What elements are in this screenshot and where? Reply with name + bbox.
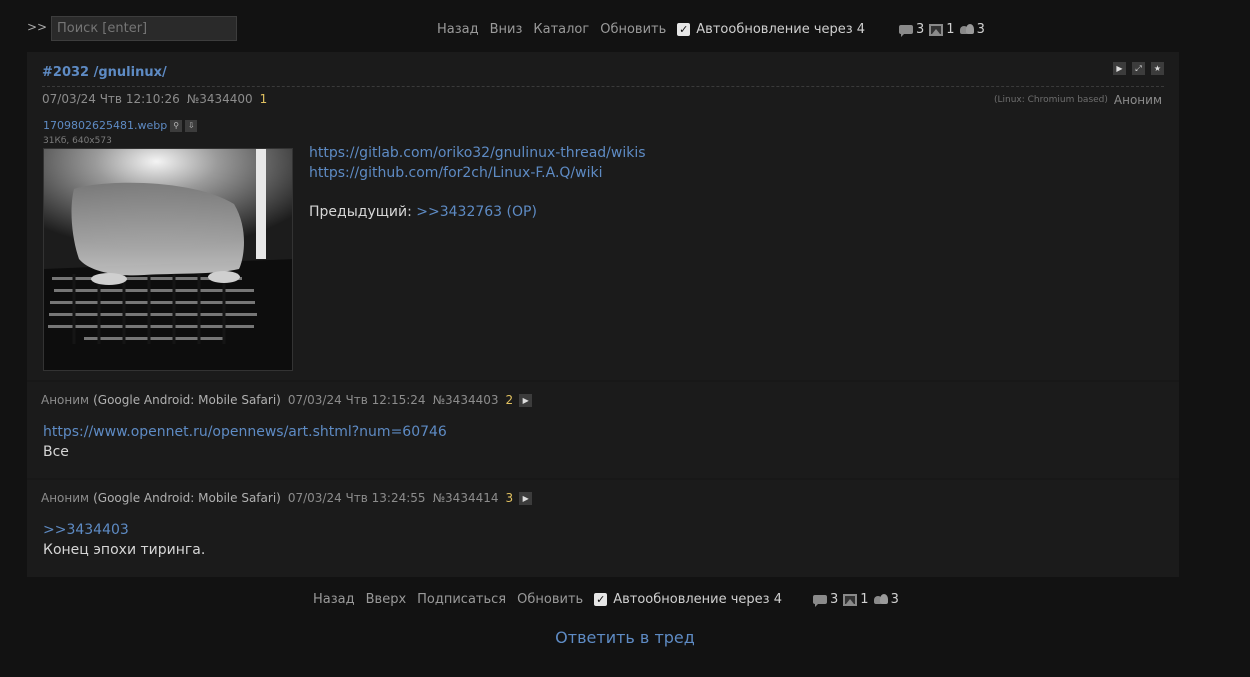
reply-meta: Аноним (Google Android: Mobile Safari) 0…: [41, 393, 533, 407]
poster-count: 3: [890, 592, 899, 607]
post-date: 07/03/24 Чтв 12:10:26: [42, 92, 180, 106]
previous-thread-link[interactable]: >>3432763 (OP): [416, 204, 537, 220]
reply-text: Все: [43, 443, 69, 460]
reply-message: >>3434403 Конец эпохи тиринга.: [43, 521, 205, 560]
file-name-link[interactable]: 1709802625481.webp: [43, 119, 167, 132]
post-number[interactable]: №3434403: [433, 393, 499, 407]
thread-stats-top: 3 1 3: [899, 22, 990, 37]
autoupdate-label: Автообновление через 4: [613, 592, 782, 607]
autoupdate-label: Автообновление через 4: [696, 22, 866, 37]
reply-meta: Аноним (Google Android: Mobile Safari) 0…: [41, 491, 533, 505]
expand-icon[interactable]: ⤢: [1132, 62, 1145, 75]
post-index: 3: [505, 491, 514, 505]
users-icon: [959, 23, 974, 36]
title-divider: [42, 86, 1164, 87]
op-actions: ▶ ⤢ ★: [1113, 62, 1164, 75]
nav-down-link[interactable]: Вниз: [490, 22, 523, 37]
op-message: https://gitlab.com/oriko32/gnulinux-thre…: [309, 144, 646, 222]
nav-catalog-link[interactable]: Каталог: [533, 22, 589, 37]
github-link[interactable]: https://github.com/for2ch/Linux-F.A.Q/wi…: [309, 165, 602, 181]
quote-link[interactable]: >>3434403: [43, 522, 129, 538]
file-attachment: 1709802625481.webp ⚲ ⇩: [43, 119, 198, 132]
gitlab-link[interactable]: https://gitlab.com/oriko32/gnulinux-thre…: [309, 145, 646, 161]
image-icon: [929, 23, 944, 36]
nav-subscribe-link[interactable]: Подписаться: [417, 592, 506, 607]
comment-icon: [899, 24, 913, 37]
post-index: 2: [505, 393, 514, 407]
poster-os: (Linux: Chromium based): [993, 95, 1108, 105]
search-input[interactable]: [51, 16, 237, 41]
poster-os: (Google Android: Mobile Safari): [93, 393, 281, 407]
image-icon: [843, 593, 858, 606]
previous-thread-label: Предыдущий:: [309, 203, 417, 220]
post-count: 3: [830, 592, 839, 607]
users-icon: [873, 593, 888, 606]
play-icon[interactable]: ▶: [519, 491, 533, 505]
nav-back-link[interactable]: Назад: [313, 592, 355, 607]
thread-container: #2032 /gnulinux/ ▶ ⤢ ★ 07/03/24 Чтв 12:1…: [27, 52, 1179, 577]
nav-back-link[interactable]: Назад: [437, 22, 479, 37]
thread-stats-bottom: 3 1 3: [813, 592, 904, 607]
opennet-link[interactable]: https://www.opennet.ru/opennews/art.shtm…: [43, 424, 447, 440]
nav-up-link[interactable]: Вверх: [366, 592, 407, 607]
reply-post: Аноним (Google Android: Mobile Safari) 0…: [27, 480, 1179, 577]
image-count: 1: [860, 592, 869, 607]
post-image-thumbnail[interactable]: [43, 148, 293, 371]
nav-refresh-link[interactable]: Обновить: [517, 592, 583, 607]
reply-post: Аноним (Google Android: Mobile Safari) 0…: [27, 382, 1179, 478]
op-post: #2032 /gnulinux/ ▶ ⤢ ★ 07/03/24 Чтв 12:1…: [27, 52, 1179, 380]
reply-text: Конец эпохи тиринга.: [43, 541, 206, 558]
autoupdate-toggle[interactable]: ✓ Автообновление через 4: [677, 22, 865, 37]
post-number[interactable]: №3434414: [433, 491, 499, 505]
poster-os: (Google Android: Mobile Safari): [93, 491, 281, 505]
poster-name: Аноним: [41, 491, 90, 505]
post-date: 07/03/24 Чтв 12:15:24: [287, 393, 426, 407]
download-icon[interactable]: ⇩: [185, 119, 198, 132]
image-count: 1: [946, 22, 955, 37]
poster-name: Аноним: [41, 393, 90, 407]
poster-count: 3: [976, 22, 985, 37]
op-meta: 07/03/24 Чтв 12:10:26 №3434400 1: [42, 92, 273, 106]
post-count: 3: [916, 22, 925, 37]
bottom-navbar: Назад Вверх Подписаться Обновить ✓ Автоо…: [313, 592, 782, 607]
file-info: 31Кб, 640x573: [43, 136, 112, 146]
thread-title[interactable]: #2032 /gnulinux/: [42, 65, 167, 80]
top-navbar: Назад Вниз Каталог Обновить ✓ Автообновл…: [437, 22, 865, 37]
op-author: (Linux: Chromium based) Аноним: [994, 93, 1162, 107]
poster-name: Аноним: [1113, 93, 1162, 107]
reply-to-thread-link[interactable]: Ответить в тред: [555, 628, 695, 647]
reply-message: https://www.opennet.ru/opennews/art.shtm…: [43, 423, 447, 462]
post-number[interactable]: №3434400: [187, 92, 253, 106]
cat-on-keyboard-image: [44, 149, 292, 370]
star-icon[interactable]: ★: [1151, 62, 1164, 75]
post-index: 1: [259, 92, 268, 106]
play-icon[interactable]: ▶: [519, 393, 533, 407]
autoupdate-checkbox[interactable]: ✓: [594, 593, 608, 606]
autoupdate-toggle[interactable]: ✓ Автообновление через 4: [594, 592, 782, 607]
expand-sidebar-button[interactable]: >>: [27, 20, 47, 34]
comment-icon: [813, 594, 827, 607]
nav-refresh-link[interactable]: Обновить: [600, 22, 666, 37]
play-icon[interactable]: ▶: [1113, 62, 1126, 75]
post-date: 07/03/24 Чтв 13:24:55: [287, 491, 426, 505]
search-image-icon[interactable]: ⚲: [170, 119, 183, 132]
autoupdate-checkbox[interactable]: ✓: [677, 23, 691, 36]
